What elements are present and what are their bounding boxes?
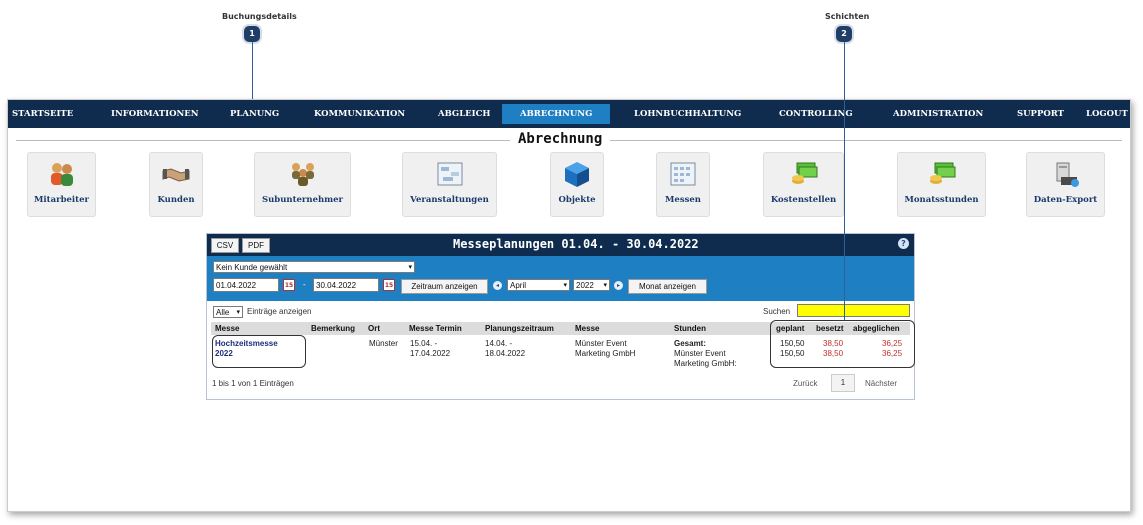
app-window: STARTSEITE INFORMATIONEN PLANUNG KOMMUNI… (7, 99, 1131, 512)
nav-abrechnung[interactable]: ABRECHNUNG (502, 104, 611, 124)
callout-badge-1: 1 (244, 26, 260, 42)
customer-select-value: Kein Kunde gewählt (216, 263, 288, 272)
page-1-button[interactable]: 1 (831, 374, 855, 392)
col-ort[interactable]: Ort (368, 322, 380, 335)
nav-support[interactable]: SUPPORT (1017, 100, 1064, 128)
callout-label-schichten: Schichten (825, 12, 870, 21)
chevron-down-icon: ▾ (236, 309, 240, 316)
col-stunden[interactable]: Stunden (674, 322, 706, 335)
money-icon (929, 162, 955, 184)
nav-logout[interactable]: LOGOUT (1086, 100, 1128, 128)
calendar-board-icon (437, 162, 462, 186)
highlight-schichten (770, 320, 915, 368)
tile-subunternehmer[interactable]: Subunternehmer (254, 152, 351, 217)
handshake-icon (162, 168, 190, 182)
calendar-to-icon[interactable]: 15 (383, 279, 395, 291)
csv-button[interactable]: CSV (211, 238, 239, 253)
highlight-buchungsdetails (212, 335, 306, 368)
col-planungszeitraum[interactable]: Planungszeitraum (485, 322, 554, 335)
users-icon (50, 163, 73, 186)
search-label: Suchen (763, 307, 791, 316)
tile-label: Kostenstellen (770, 195, 837, 205)
panel-title: Messeplanungen 01.04. - 30.04.2022 (453, 237, 699, 251)
row-termin: 15.04. - 17.04.2022 (410, 339, 451, 358)
section-divider-left (16, 140, 510, 141)
nav-startseite[interactable]: STARTSEITE (12, 100, 73, 128)
nav-administration[interactable]: ADMINISTRATION (893, 100, 983, 128)
nav-kommunikation[interactable]: KOMMUNIKATION (314, 100, 405, 128)
date-from-input[interactable]: 01.04.2022 (213, 278, 279, 292)
tile-label: Subunternehmer (261, 195, 344, 205)
row-stunden-total: Gesamt: (674, 339, 707, 348)
row-ort: Münster (369, 339, 398, 348)
group-icon (291, 163, 314, 186)
year-select[interactable]: 2022 ▾ (573, 279, 610, 291)
cube-icon (565, 162, 589, 187)
col-messe-2[interactable]: Messe (575, 322, 599, 335)
nav-planung[interactable]: PLANUNG (230, 100, 279, 128)
callout-line-2 (844, 42, 845, 320)
panel-header: CSV PDF Messeplanungen 01.04. - 30.04.20… (207, 234, 914, 256)
month-button[interactable]: Monat anzeigen (628, 279, 707, 294)
tile-label: Objekte (558, 195, 596, 205)
prev-month-icon[interactable]: ◂ (493, 281, 502, 290)
calendar-from-icon[interactable]: 15 (283, 279, 295, 291)
row-stunden-firma: Münster Event Marketing GmbH: (674, 349, 737, 368)
tile-daten-export[interactable]: Daten-Export (1026, 152, 1105, 217)
tile-mitarbeiter[interactable]: Mitarbeiter (27, 152, 96, 217)
tile-label: Veranstaltungen (410, 195, 489, 205)
main-nav: STARTSEITE INFORMATIONEN PLANUNG KOMMUNI… (8, 100, 1130, 128)
callout-badge-2: 2 (836, 26, 852, 42)
entries-select[interactable]: Alle ▾ (213, 306, 243, 318)
date-separator: - (303, 280, 306, 289)
messeplanungen-panel: CSV PDF Messeplanungen 01.04. - 30.04.20… (206, 233, 915, 400)
next-page-button[interactable]: Nächster (865, 379, 897, 388)
nav-lohnbuchhaltung[interactable]: LOHNBUCHHALTUNG (634, 100, 741, 128)
nav-abgleich[interactable]: ABGLEICH (438, 100, 490, 128)
chevron-down-icon: ▾ (563, 282, 567, 289)
customer-select[interactable]: Kein Kunde gewählt ▾ (213, 261, 415, 273)
col-messe[interactable]: Messe (215, 322, 239, 335)
chevron-down-icon: ▾ (603, 282, 607, 289)
nav-controlling[interactable]: CONTROLLING (779, 100, 853, 128)
tile-kunden[interactable]: Kunden (149, 152, 203, 217)
nav-informationen[interactable]: INFORMATIONEN (111, 100, 199, 128)
row-planung: 14.04. - 18.04.2022 (485, 339, 526, 358)
range-button[interactable]: Zeitraum anzeigen (401, 279, 488, 294)
table-info: 1 bis 1 von 1 Einträgen (212, 379, 294, 388)
search-input[interactable] (797, 304, 910, 317)
tile-monatsstunden[interactable]: Monatsstunden (897, 152, 986, 217)
next-month-icon[interactable]: ▸ (614, 281, 623, 290)
section-divider-right (610, 140, 1122, 141)
tile-objekte[interactable]: Objekte (550, 152, 604, 217)
tile-label: Mitarbeiter (34, 195, 89, 205)
year-select-value: 2022 (576, 281, 594, 290)
row-messe-firma: Münster Event Marketing GmbH (575, 339, 636, 358)
filter-bar: Kein Kunde gewählt ▾ 01.04.2022 15 - 30.… (207, 256, 914, 301)
tile-label: Messen (665, 195, 701, 205)
money-icon (791, 162, 817, 184)
date-to-input[interactable]: 30.04.2022 (313, 278, 379, 292)
tile-label: Kunden (157, 195, 195, 205)
tile-messen[interactable]: Messen (656, 152, 710, 217)
section-title: Abrechnung (518, 131, 603, 147)
help-icon[interactable]: ? (898, 238, 909, 249)
tile-kostenstellen[interactable]: Kostenstellen (763, 152, 844, 217)
entries-select-value: Alle (216, 308, 230, 317)
chevron-down-icon: ▾ (408, 264, 412, 271)
tile-label: Monatsstunden (904, 195, 979, 205)
prev-page-button[interactable]: Zurück (793, 379, 817, 388)
col-bemerkung[interactable]: Bemerkung (311, 322, 355, 335)
month-select-value: April (510, 281, 527, 290)
month-select[interactable]: April ▾ (507, 279, 570, 291)
callout-label-buchungsdetails: Buchungsdetails (222, 12, 297, 21)
col-messe-termin[interactable]: Messe Termin (409, 322, 462, 335)
grid-board-icon (670, 162, 696, 186)
tile-label: Daten-Export (1033, 195, 1098, 205)
pdf-button[interactable]: PDF (242, 238, 270, 253)
export-icon (1056, 162, 1079, 187)
entries-label: Einträge anzeigen (247, 307, 312, 316)
tile-veranstaltungen[interactable]: Veranstaltungen (402, 152, 497, 217)
